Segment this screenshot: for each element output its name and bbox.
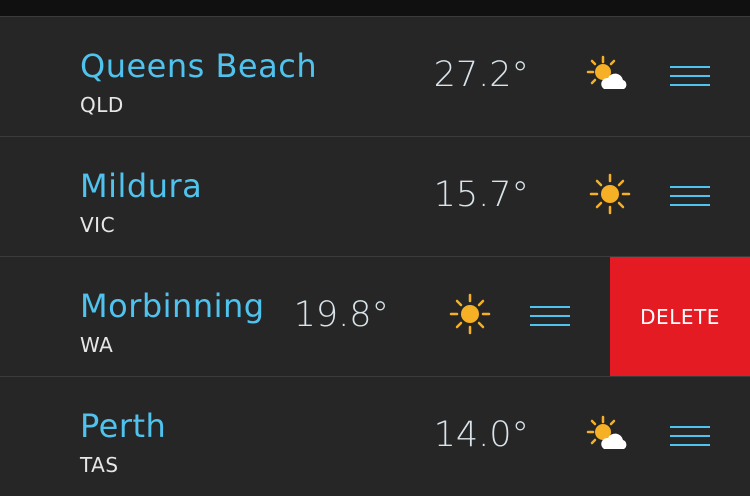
reorder-handle-icon[interactable] bbox=[668, 62, 712, 90]
partly-cloudy-icon bbox=[586, 415, 627, 449]
state-name: TAS bbox=[80, 453, 119, 477]
temperature: 14.0° bbox=[433, 415, 529, 455]
temperature: 15.7° bbox=[433, 175, 529, 215]
city-name: Queens Beach bbox=[80, 47, 318, 85]
state-name: WA bbox=[80, 333, 114, 357]
location-row-mildura[interactable]: Mildura VIC 15.7° bbox=[0, 137, 750, 256]
reorder-handle-icon[interactable] bbox=[668, 422, 712, 450]
city-name: Morbinning bbox=[80, 287, 265, 325]
state-name: QLD bbox=[80, 93, 124, 117]
city-name: Perth bbox=[80, 407, 167, 445]
reorder-handle-icon[interactable] bbox=[528, 302, 572, 330]
location-row-queens-beach[interactable]: Queens Beach QLD 27.2° bbox=[0, 17, 750, 136]
partly-cloudy-icon bbox=[586, 55, 627, 89]
sun-icon bbox=[589, 173, 631, 215]
reorder-handle-icon[interactable] bbox=[668, 182, 712, 210]
city-name: Mildura bbox=[80, 167, 203, 205]
location-row-morbinning[interactable]: Morbinning WA 19.8° DELETE bbox=[0, 257, 750, 376]
state-name: VIC bbox=[80, 213, 116, 237]
location-row-perth[interactable]: Perth TAS 14.0° bbox=[0, 377, 750, 496]
top-bar bbox=[0, 0, 750, 16]
temperature: 27.2° bbox=[433, 55, 529, 95]
delete-button[interactable]: DELETE bbox=[610, 257, 750, 376]
